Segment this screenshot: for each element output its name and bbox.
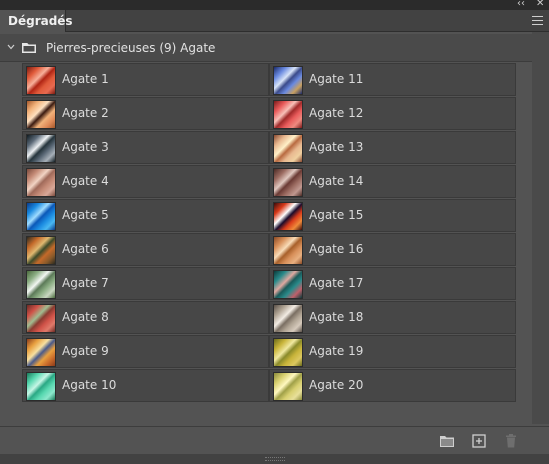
gradient-item[interactable]: Agate 3 xyxy=(22,131,269,164)
gradients-panel: Pierres-precieuses (9) Agate Agate 1 Agat… xyxy=(0,32,549,424)
folder-icon xyxy=(22,43,36,53)
gradient-item[interactable]: Agate 14 xyxy=(269,165,516,198)
trash-icon[interactable] xyxy=(503,434,519,448)
panel-menu-icon[interactable] xyxy=(532,16,543,25)
gradient-label: Agate 7 xyxy=(62,276,109,290)
gradient-label: Agate 5 xyxy=(62,208,109,222)
gradient-swatch xyxy=(273,100,303,129)
gradient-label: Agate 8 xyxy=(62,310,109,324)
gradient-item[interactable]: Agate 8 xyxy=(22,301,269,334)
new-group-folder-icon[interactable] xyxy=(439,434,455,448)
panel-bottom-toolbar xyxy=(0,426,549,454)
gradient-label: Agate 3 xyxy=(62,140,109,154)
chevron-down-icon[interactable] xyxy=(7,43,15,51)
gradient-item[interactable]: Agate 7 xyxy=(22,267,269,300)
gradient-swatch xyxy=(273,270,303,299)
gradient-label: Agate 13 xyxy=(309,140,364,154)
gradient-item[interactable]: Agate 17 xyxy=(269,267,516,300)
gradient-item[interactable]: Agate 10 xyxy=(22,369,269,402)
collapse-panel-icon[interactable]: ‹‹ xyxy=(517,0,525,10)
gradient-item[interactable]: Agate 18 xyxy=(269,301,516,334)
gradient-item[interactable]: Agate 15 xyxy=(269,199,516,232)
panel-tab-row: Dégradés xyxy=(0,10,549,33)
gradient-label: Agate 16 xyxy=(309,242,364,256)
gradient-swatch xyxy=(273,134,303,163)
gradient-item[interactable]: Agate 20 xyxy=(269,369,516,402)
gradient-label: Agate 11 xyxy=(309,72,364,86)
gradient-swatch xyxy=(26,66,56,95)
close-panel-icon[interactable]: ✕ xyxy=(536,0,544,10)
gradient-swatch xyxy=(273,304,303,333)
gradient-label: Agate 6 xyxy=(62,242,109,256)
gradient-item[interactable]: Agate 9 xyxy=(22,335,269,368)
panel-resize-footer xyxy=(0,454,549,464)
gradient-item[interactable]: Agate 12 xyxy=(269,97,516,130)
gradient-swatch xyxy=(26,202,56,231)
gradient-swatch xyxy=(26,168,56,197)
scrollbar[interactable] xyxy=(532,32,549,424)
gradient-swatch xyxy=(273,236,303,265)
window-top-bar: ‹‹ ✕ xyxy=(0,0,549,10)
gradient-swatch xyxy=(273,168,303,197)
group-title: Pierres-precieuses (9) Agate xyxy=(46,41,216,55)
tab-degrades[interactable]: Dégradés xyxy=(0,10,73,33)
gradient-label: Agate 19 xyxy=(309,344,364,358)
gradient-label: Agate 17 xyxy=(309,276,364,290)
gradient-swatch xyxy=(273,202,303,231)
gradient-label: Agate 18 xyxy=(309,310,364,324)
gradient-item[interactable]: Agate 1 xyxy=(22,63,269,96)
gradient-label: Agate 1 xyxy=(62,72,109,86)
new-gradient-icon[interactable] xyxy=(471,434,487,448)
gradient-item[interactable]: Agate 6 xyxy=(22,233,269,266)
gradient-item[interactable]: Agate 19 xyxy=(269,335,516,368)
gradient-item[interactable]: Agate 13 xyxy=(269,131,516,164)
gradient-label: Agate 15 xyxy=(309,208,364,222)
gradient-item[interactable]: Agate 2 xyxy=(22,97,269,130)
gradient-swatch xyxy=(26,100,56,129)
gradient-swatch xyxy=(26,134,56,163)
gradient-swatch xyxy=(273,372,303,401)
gradient-label: Agate 10 xyxy=(62,378,117,392)
gradient-item[interactable]: Agate 5 xyxy=(22,199,269,232)
gradient-label: Agate 12 xyxy=(309,106,364,120)
resize-grip[interactable] xyxy=(265,457,285,461)
gradient-label: Agate 20 xyxy=(309,378,364,392)
gradient-item[interactable]: Agate 11 xyxy=(269,63,516,96)
gradient-label: Agate 4 xyxy=(62,174,109,188)
gradient-swatch xyxy=(273,66,303,95)
gradient-swatch xyxy=(26,304,56,333)
gradient-label: Agate 14 xyxy=(309,174,364,188)
gradient-item[interactable]: Agate 4 xyxy=(22,165,269,198)
gradient-swatch xyxy=(273,338,303,367)
gradient-item[interactable]: Agate 16 xyxy=(269,233,516,266)
gradient-label: Agate 9 xyxy=(62,344,109,358)
gradient-swatch xyxy=(26,236,56,265)
gradient-swatch xyxy=(26,372,56,401)
gradient-group-header[interactable]: Pierres-precieuses (9) Agate xyxy=(0,34,532,62)
gradient-swatch xyxy=(26,270,56,299)
gradient-swatch xyxy=(26,338,56,367)
gradient-label: Agate 2 xyxy=(62,106,109,120)
